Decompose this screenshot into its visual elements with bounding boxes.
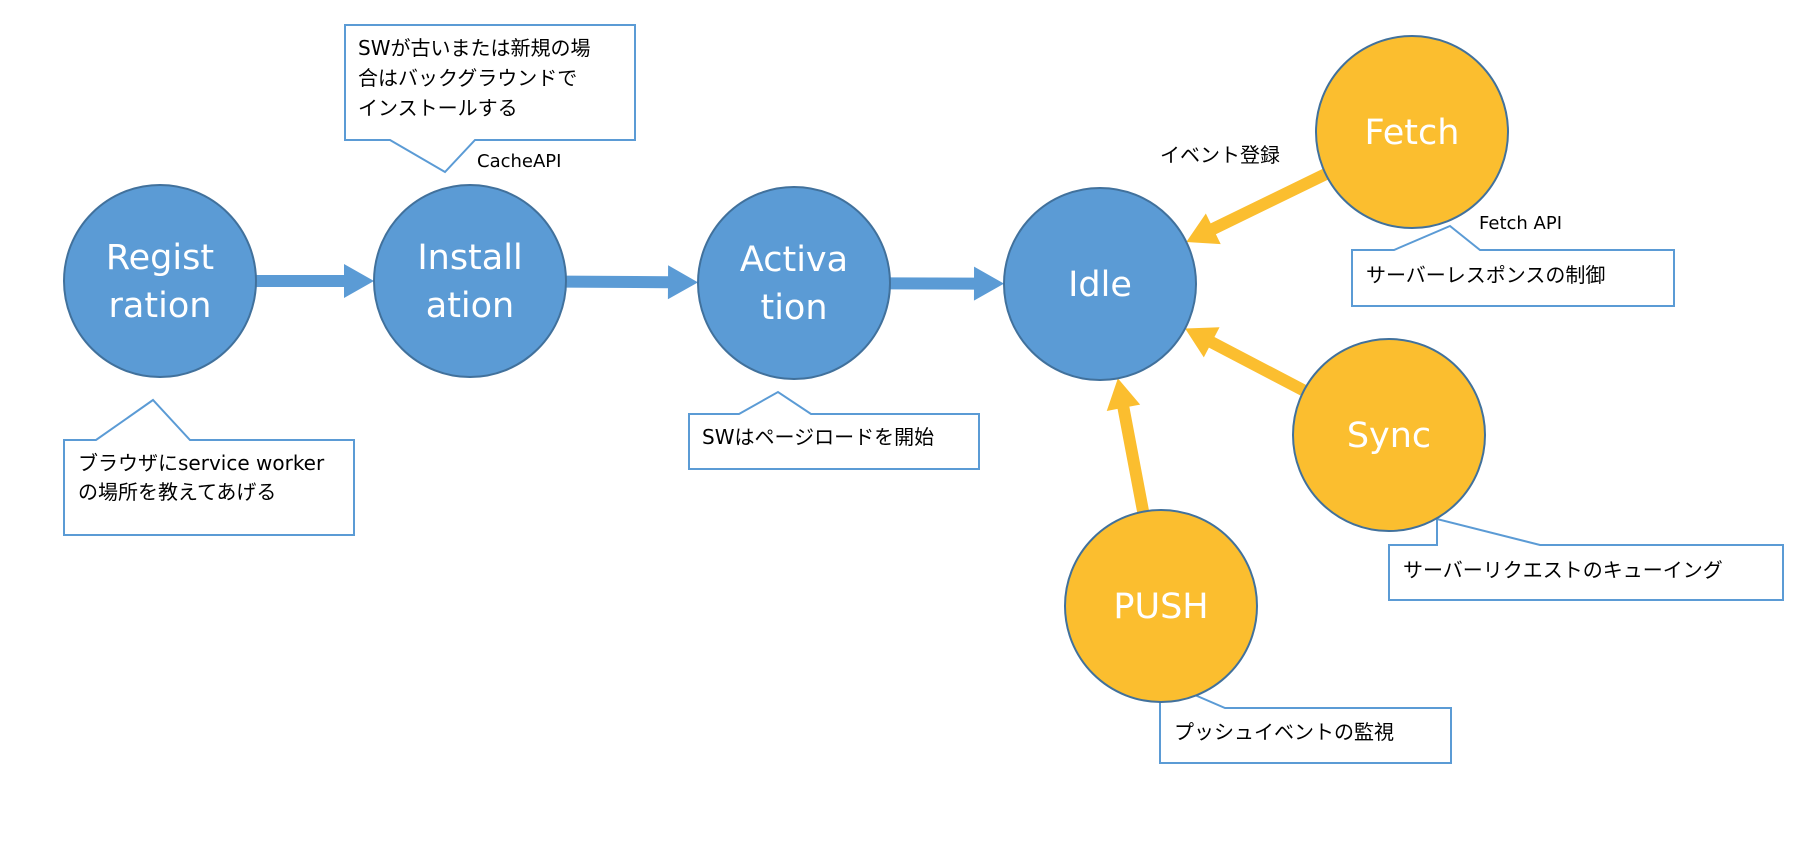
node-registration: Regist ration xyxy=(63,184,257,378)
node-label: Sync xyxy=(1347,416,1431,456)
callout-text-line: 合はバックグラウンドで xyxy=(358,66,577,90)
callout-text-line: インストールする xyxy=(358,96,518,120)
node-circle xyxy=(63,184,257,378)
node-circle xyxy=(697,186,891,380)
node-sync: Sync xyxy=(1292,338,1486,532)
callout-text-line: サーバーレスポンスの制御 xyxy=(1366,263,1605,287)
node-fetch: Fetch xyxy=(1315,35,1509,229)
service-worker-lifecycle-diagram: ブラウザにservice worker の場所を教えてあげる SWが古いまたは新規の… xyxy=(0,0,1812,848)
node-label: Idle xyxy=(1068,265,1132,305)
node-circle xyxy=(373,184,567,378)
node-label: tion xyxy=(760,288,827,328)
cache-api-label: CacheAPI xyxy=(477,151,561,172)
fetch-api-label: Fetch API xyxy=(1479,213,1562,234)
callout-text-line: プッシュイベントの監視 xyxy=(1174,720,1394,744)
node-installation: Install ation xyxy=(373,184,567,378)
node-label: ation xyxy=(426,286,515,326)
callout-text-line: サーバーリクエストのキューイング xyxy=(1403,558,1723,582)
node-idle: Idle xyxy=(1003,187,1197,381)
event-registration-label: イベント登録 xyxy=(1160,143,1280,167)
callout-text-line: SWはページロードを開始 xyxy=(702,425,934,449)
callout-text-line: SWが古いまたは新規の場 xyxy=(358,36,590,60)
node-push: PUSH xyxy=(1064,509,1258,703)
node-label: Install xyxy=(417,238,522,278)
node-label: Fetch xyxy=(1365,113,1460,153)
node-label: ration xyxy=(109,286,212,326)
node-label: Activa xyxy=(740,240,848,280)
callout-text-line: ブラウザにservice worker xyxy=(78,451,325,475)
node-label: Regist xyxy=(106,238,214,278)
node-activation: Activa tion xyxy=(697,186,891,380)
callout-text-line: の場所を教えてあげる xyxy=(78,480,276,504)
node-label: PUSH xyxy=(1113,587,1208,627)
